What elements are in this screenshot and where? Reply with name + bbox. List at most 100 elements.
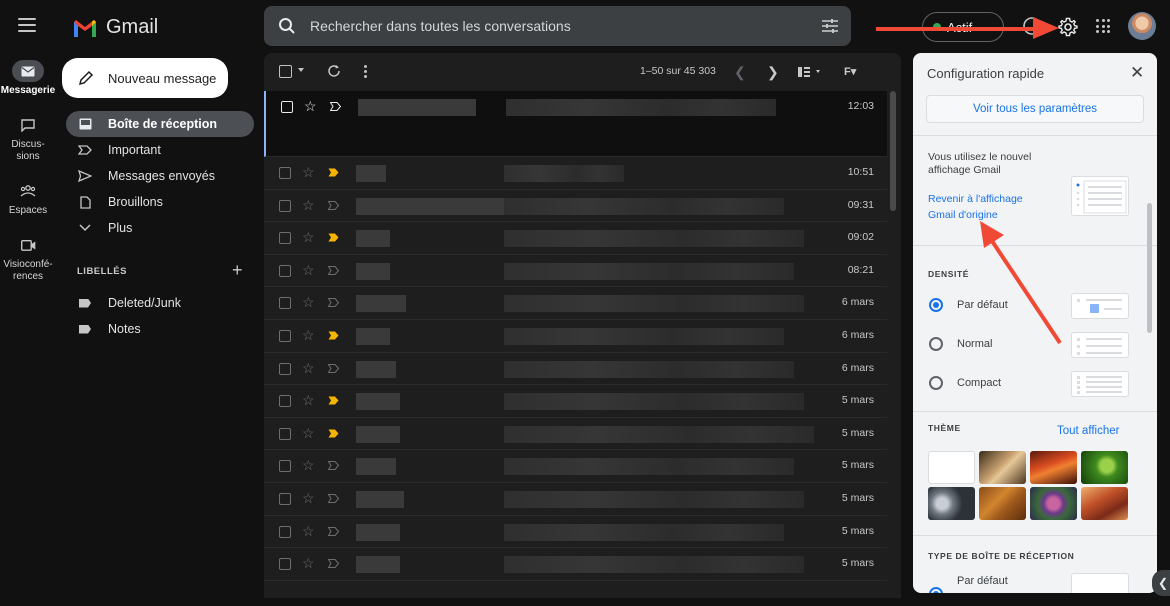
star-icon[interactable]: ☆	[302, 360, 315, 377]
more-actions-icon[interactable]	[364, 65, 367, 78]
list-scrollbar[interactable]	[890, 91, 896, 211]
label-item-notes[interactable]: Notes	[66, 316, 254, 342]
important-marker-icon[interactable]	[328, 429, 339, 438]
account-avatar[interactable]	[1128, 12, 1156, 40]
star-icon[interactable]: ☆	[302, 490, 315, 507]
star-icon[interactable]: ☆	[302, 197, 315, 214]
theme-default-thumbnail[interactable]	[928, 451, 975, 484]
important-marker-icon[interactable]	[328, 265, 339, 275]
important-marker-icon[interactable]	[328, 559, 339, 569]
search-options-icon[interactable]	[809, 19, 851, 33]
gmail-logo[interactable]: Gmail	[72, 16, 158, 39]
inbox-type-default-radio[interactable]	[929, 587, 943, 593]
table-row[interactable]: ☆ 5 mars	[264, 483, 887, 516]
sidebar-item-important[interactable]: Important	[66, 137, 254, 163]
refresh-icon[interactable]	[327, 64, 341, 78]
important-marker-icon[interactable]	[328, 363, 339, 373]
sidebar-item-sent[interactable]: Messages envoyés	[66, 163, 254, 189]
add-label-icon[interactable]: +	[232, 261, 243, 279]
google-apps-icon[interactable]	[1096, 19, 1110, 33]
important-marker-icon[interactable]	[328, 494, 339, 503]
rail-item-video[interactable]: Visioconfé- rences	[0, 234, 56, 283]
important-marker-icon[interactable]	[328, 461, 339, 471]
compose-button[interactable]: Nouveau message	[62, 58, 228, 98]
density-default-radio[interactable]	[929, 298, 943, 312]
theme-show-all-link[interactable]: Tout afficher	[1057, 423, 1119, 439]
star-icon[interactable]: ☆	[302, 327, 315, 344]
table-row[interactable]: ☆ 10:51	[264, 157, 887, 190]
table-row[interactable]: ☆ 5 mars	[264, 548, 887, 581]
row-checkbox[interactable]	[279, 264, 291, 277]
theme-pipes-thumbnail[interactable]	[928, 487, 975, 520]
prev-page-icon[interactable]: ❮	[734, 64, 746, 81]
table-row[interactable]: ☆ 08:21	[264, 255, 887, 288]
table-row[interactable]: ☆ 5 mars	[264, 418, 887, 451]
important-marker-icon[interactable]	[328, 298, 339, 308]
star-icon[interactable]: ☆	[302, 262, 315, 279]
search-bar[interactable]: Rechercher dans toutes les conversations	[264, 6, 851, 46]
next-page-icon[interactable]: ❯	[767, 64, 779, 81]
row-checkbox[interactable]	[279, 297, 291, 310]
split-pane-icon[interactable]	[798, 66, 824, 78]
row-checkbox[interactable]	[279, 199, 291, 212]
star-icon[interactable]: ☆	[302, 555, 315, 572]
important-marker-icon[interactable]	[328, 168, 339, 177]
table-row[interactable]: ☆ 09:02	[264, 222, 887, 255]
star-icon[interactable]: ☆	[304, 98, 317, 115]
important-marker-icon[interactable]	[328, 233, 339, 242]
important-marker-icon[interactable]	[328, 526, 339, 536]
density-normal-thumbnail[interactable]	[1071, 332, 1129, 358]
sidebar-item-drafts[interactable]: Brouillons	[66, 189, 254, 215]
row-checkbox[interactable]	[279, 525, 291, 538]
theme-autumn-thumbnail[interactable]	[979, 487, 1026, 520]
star-icon[interactable]: ☆	[302, 392, 315, 409]
main-menu-icon[interactable]	[18, 18, 36, 32]
table-row[interactable]: ☆ 6 mars	[264, 287, 887, 320]
important-marker-icon[interactable]	[328, 396, 339, 405]
row-checkbox[interactable]	[279, 330, 291, 342]
important-marker-icon[interactable]	[328, 331, 339, 340]
star-icon[interactable]: ☆	[302, 523, 315, 540]
select-menu-caret-icon[interactable]	[298, 68, 304, 72]
search-input[interactable]: Rechercher dans toutes les conversations	[310, 18, 809, 34]
important-marker-icon[interactable]	[330, 102, 341, 111]
table-row[interactable]: ☆ 09:31	[264, 190, 887, 223]
density-default-thumbnail[interactable]	[1071, 293, 1129, 319]
sidebar-item-inbox[interactable]: Boîte de réception	[66, 111, 254, 137]
row-checkbox[interactable]	[279, 395, 291, 408]
table-row[interactable]: ☆ 6 mars	[264, 353, 887, 386]
theme-leaf-thumbnail[interactable]	[1081, 451, 1128, 484]
theme-bubbles-thumbnail[interactable]	[1030, 487, 1077, 520]
theme-chess-thumbnail[interactable]	[979, 451, 1026, 484]
row-checkbox[interactable]	[279, 167, 291, 179]
inbox-type-thumbnail[interactable]	[1071, 573, 1129, 593]
row-checkbox[interactable]	[279, 493, 291, 505]
table-row[interactable]: ☆ 5 mars	[264, 450, 887, 483]
input-tools-icon[interactable]: F▾	[844, 65, 856, 78]
star-icon[interactable]: ☆	[302, 425, 315, 442]
table-row[interactable]: ☆ 6 mars	[264, 320, 887, 353]
all-settings-button[interactable]: Voir tous les paramètres	[926, 95, 1144, 123]
star-icon[interactable]: ☆	[302, 164, 315, 181]
row-checkbox[interactable]	[279, 427, 291, 440]
search-icon[interactable]	[264, 17, 310, 35]
table-row[interactable]: ☆ 5 mars	[264, 516, 887, 549]
row-checkbox[interactable]	[279, 558, 291, 571]
rail-item-chat[interactable]: Discus- sions	[0, 114, 56, 163]
select-all-checkbox[interactable]	[279, 65, 292, 78]
sidebar-item-more[interactable]: Plus	[66, 215, 254, 241]
table-row[interactable]: ☆ 5 mars	[264, 385, 887, 418]
density-normal-radio[interactable]	[929, 337, 943, 351]
close-icon[interactable]: ✕	[1130, 64, 1144, 81]
panel-scrollbar[interactable]	[1147, 203, 1152, 333]
theme-desert-thumbnail[interactable]	[1081, 487, 1128, 520]
star-icon[interactable]: ☆	[302, 294, 315, 311]
theme-canyon-thumbnail[interactable]	[1030, 451, 1077, 484]
row-checkbox[interactable]	[279, 460, 291, 473]
important-marker-icon[interactable]	[328, 200, 339, 210]
collapse-panel-icon[interactable]: ❮	[1152, 570, 1170, 596]
row-checkbox[interactable]	[279, 232, 291, 245]
row-checkbox[interactable]	[281, 101, 293, 113]
star-icon[interactable]: ☆	[302, 457, 315, 474]
row-checkbox[interactable]	[279, 362, 291, 375]
